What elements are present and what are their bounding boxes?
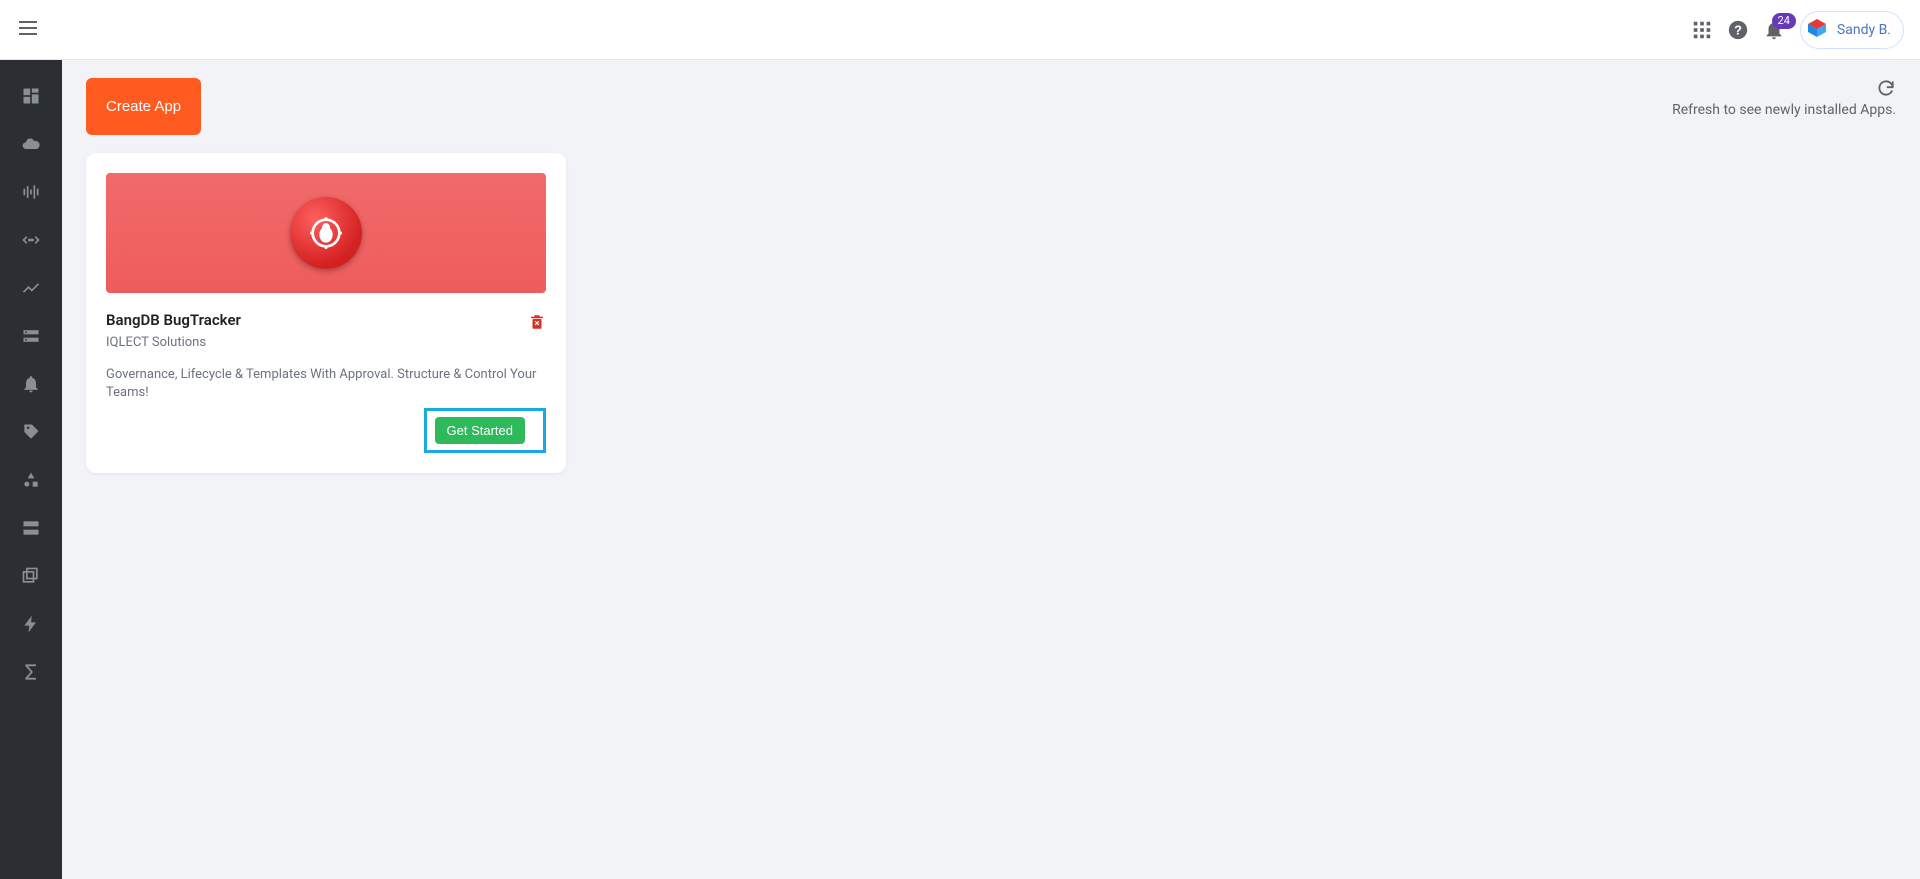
profile-chip[interactable]: Sandy B. bbox=[1800, 11, 1904, 49]
sidebar-item-stream[interactable] bbox=[0, 168, 62, 216]
topbar: ? 24 Sandy B. bbox=[0, 0, 1920, 60]
get-started-button[interactable]: Get Started bbox=[435, 417, 525, 444]
hamburger-menu-icon[interactable] bbox=[16, 16, 40, 44]
refresh-section: Refresh to see newly installed Apps. bbox=[1672, 78, 1896, 118]
notifications-icon[interactable]: 24 bbox=[1756, 19, 1792, 41]
app-card-title: BangDB BugTracker bbox=[106, 311, 241, 329]
sidebar-item-cloud[interactable] bbox=[0, 120, 62, 168]
sidebar-item-tag[interactable] bbox=[0, 408, 62, 456]
app-card-header-row: BangDB BugTracker IQLECT Solutions bbox=[106, 311, 546, 350]
apps-grid-icon[interactable] bbox=[1684, 19, 1720, 41]
sidebar-item-code[interactable] bbox=[0, 216, 62, 264]
profile-logo-icon bbox=[1805, 16, 1829, 44]
app-card-description: Governance, Lifecycle & Templates With A… bbox=[106, 366, 546, 402]
sidebar-item-layers[interactable] bbox=[0, 552, 62, 600]
sidebar-item-alerts[interactable] bbox=[0, 360, 62, 408]
svg-text:?: ? bbox=[1734, 22, 1742, 37]
help-icon[interactable]: ? bbox=[1720, 19, 1756, 41]
sidebar-item-bolt[interactable] bbox=[0, 600, 62, 648]
app-cards-grid: BangDB BugTracker IQLECT Solutions Gover… bbox=[86, 153, 1896, 473]
refresh-hint-text: Refresh to see newly installed Apps. bbox=[1672, 102, 1896, 118]
get-started-highlight: Get Started bbox=[424, 408, 546, 453]
bug-tracker-logo-icon bbox=[290, 197, 362, 269]
sidebar bbox=[0, 60, 62, 879]
sidebar-item-analytics[interactable] bbox=[0, 264, 62, 312]
app-card-title-block: BangDB BugTracker IQLECT Solutions bbox=[106, 311, 241, 350]
main-header: Create App Refresh to see newly installe… bbox=[86, 78, 1896, 135]
main-content: Create App Refresh to see newly installe… bbox=[62, 60, 1920, 879]
sidebar-item-sigma[interactable] bbox=[0, 648, 62, 696]
sidebar-item-server[interactable] bbox=[0, 504, 62, 552]
app-card-actions: Get Started bbox=[106, 408, 546, 453]
profile-name: Sandy B. bbox=[1837, 22, 1891, 38]
app-card-vendor: IQLECT Solutions bbox=[106, 335, 241, 350]
sidebar-item-dashboard[interactable] bbox=[0, 72, 62, 120]
app-card: BangDB BugTracker IQLECT Solutions Gover… bbox=[86, 153, 566, 473]
delete-app-icon[interactable] bbox=[528, 311, 546, 337]
sidebar-item-storage[interactable] bbox=[0, 312, 62, 360]
create-app-button[interactable]: Create App bbox=[86, 78, 201, 135]
app-card-banner bbox=[106, 173, 546, 293]
notification-badge: 24 bbox=[1772, 13, 1796, 29]
refresh-icon[interactable] bbox=[1672, 78, 1896, 98]
sidebar-item-shapes[interactable] bbox=[0, 456, 62, 504]
